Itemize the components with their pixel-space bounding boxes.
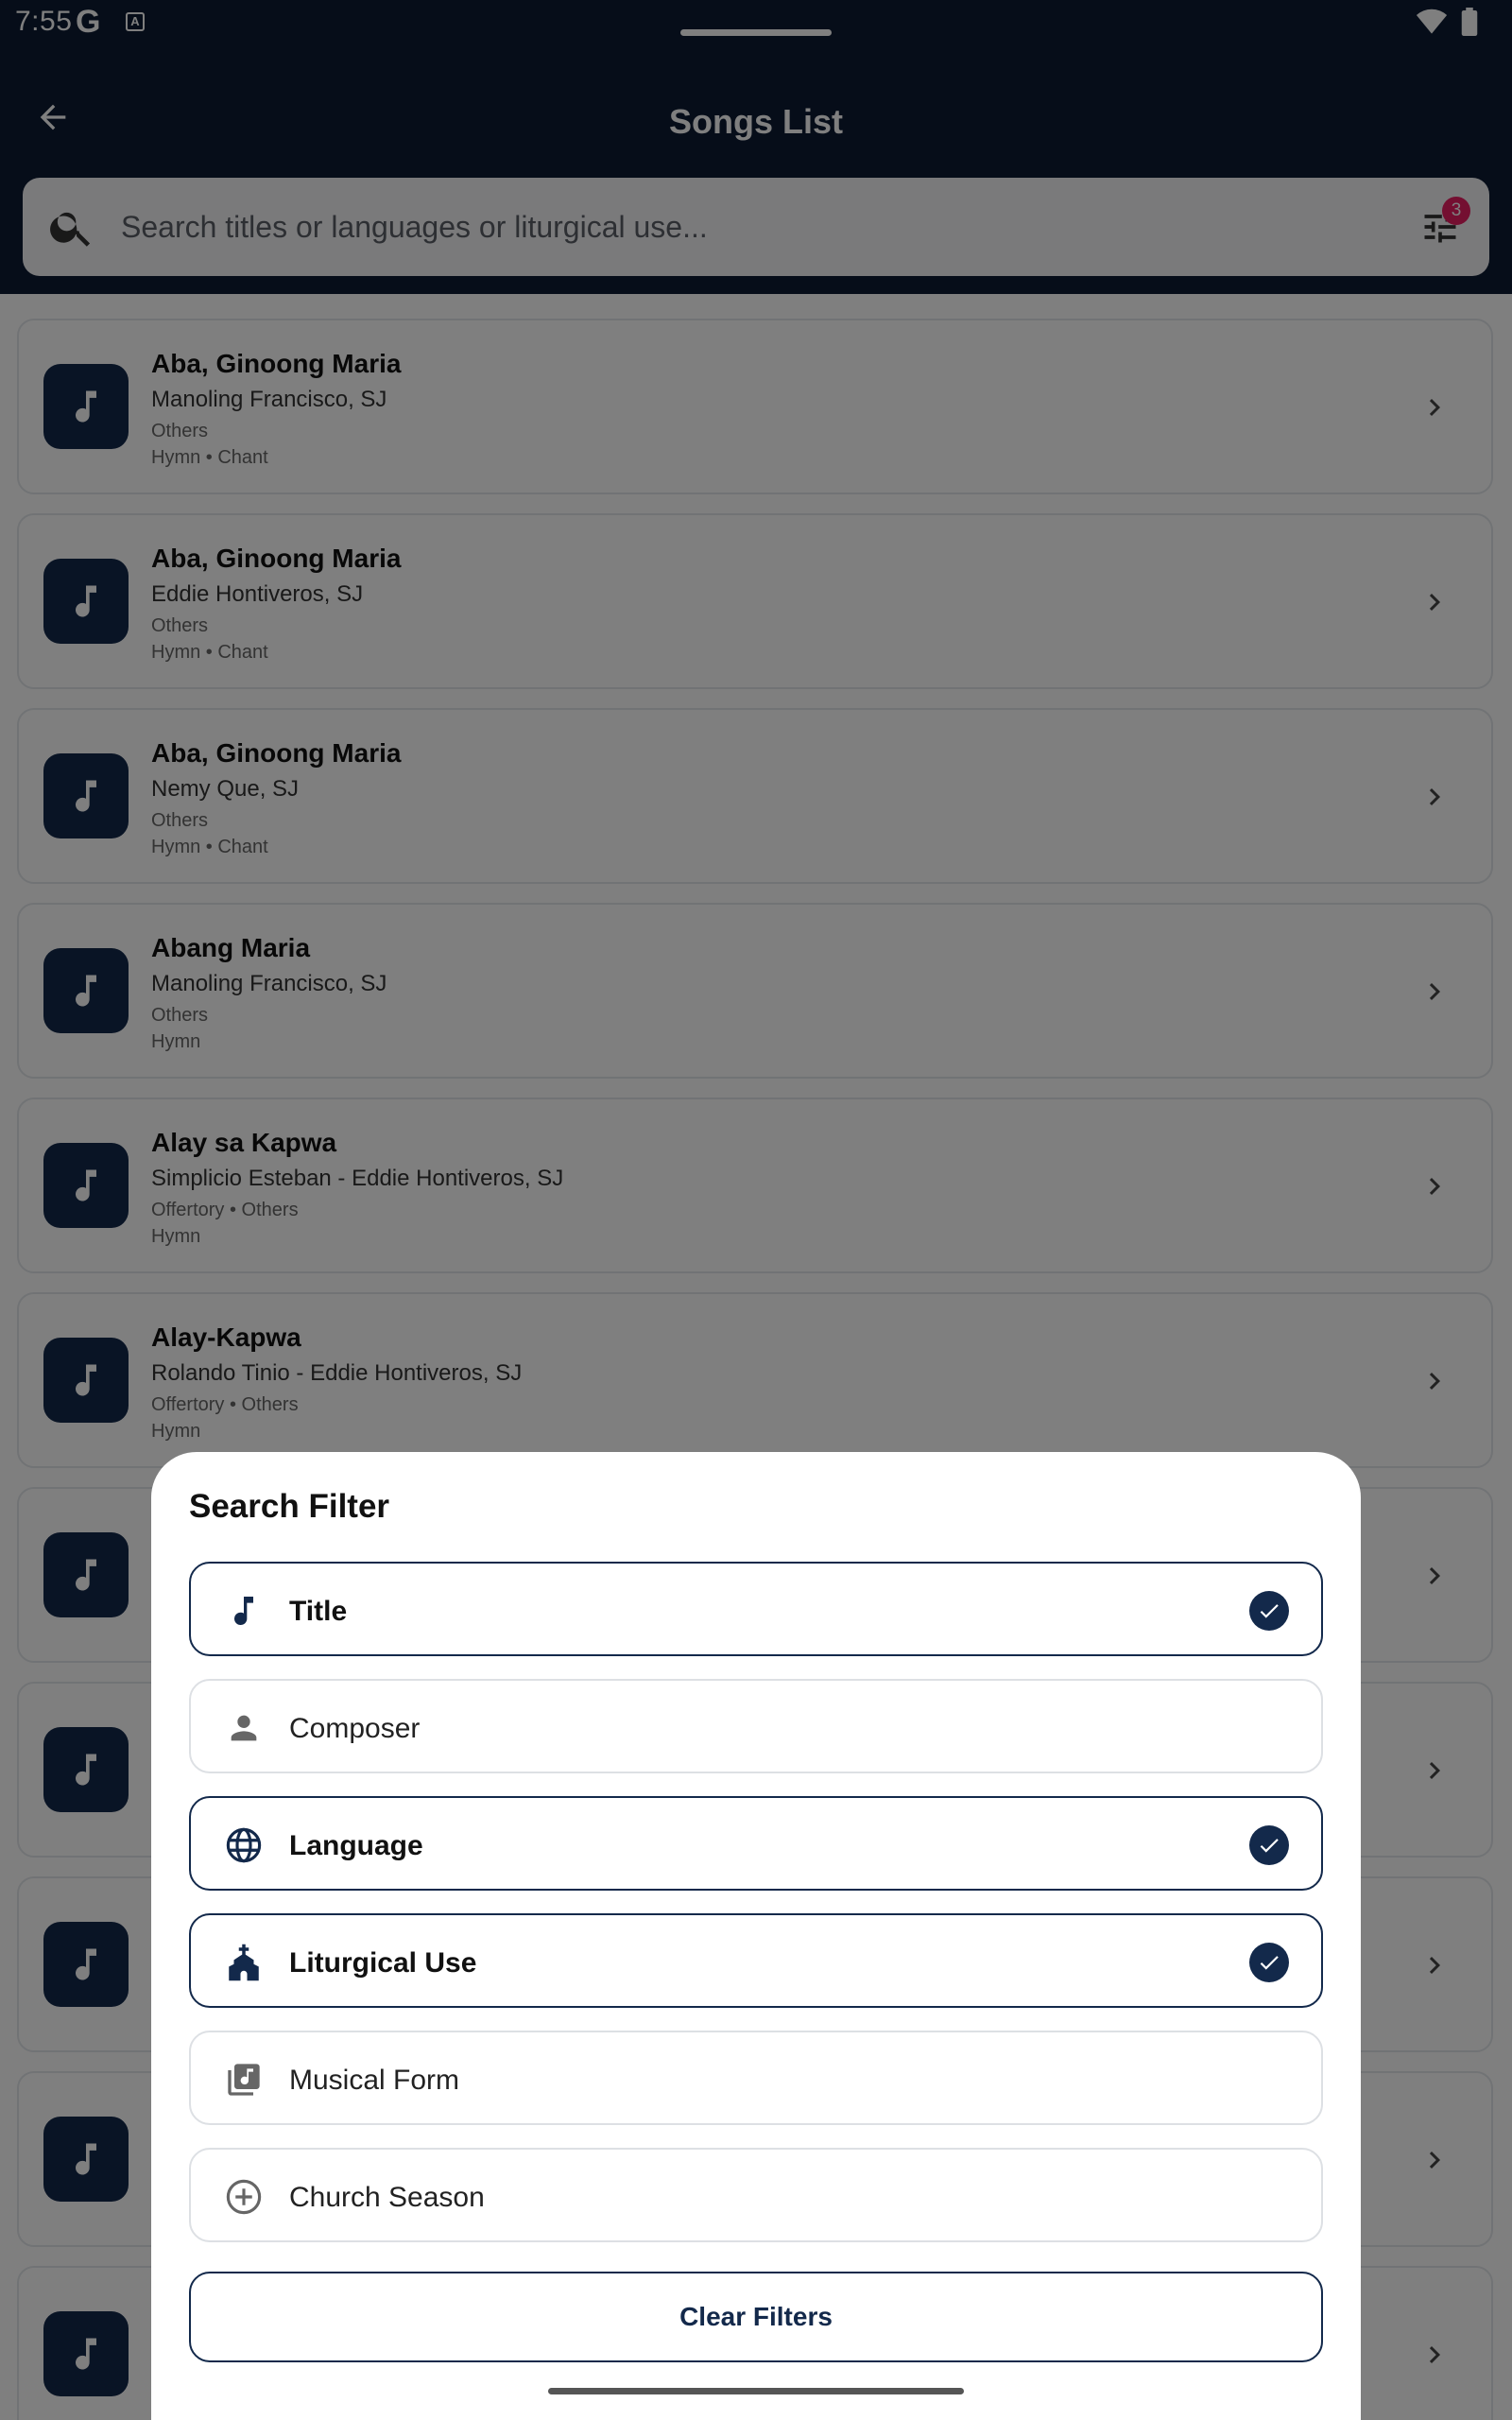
check-circle-icon	[1249, 1825, 1289, 1865]
filter-option-label: Church Season	[289, 2182, 485, 2213]
search-filter-sheet: Search Filter Title Composer Language Li…	[151, 1452, 1361, 2420]
filter-option-composer[interactable]: Composer	[189, 1679, 1323, 1773]
filter-option-label: Liturgical Use	[289, 1947, 477, 1979]
filter-option-label: Language	[289, 1830, 423, 1861]
filter-option-label: Musical Form	[289, 2065, 460, 2096]
home-indicator	[548, 2388, 964, 2394]
filter-option-title[interactable]: Title	[189, 1562, 1323, 1656]
filter-option-liturgical-use[interactable]: Liturgical Use	[189, 1913, 1323, 2008]
filter-option-label: Composer	[289, 1713, 421, 1744]
globe-icon	[223, 1824, 265, 1866]
music-library-icon	[223, 2059, 265, 2100]
sheet-title: Search Filter	[189, 1488, 390, 1525]
add-circle-icon	[223, 2176, 265, 2218]
clear-filters-button[interactable]: Clear Filters	[189, 2272, 1323, 2362]
filter-option-language[interactable]: Language	[189, 1796, 1323, 1891]
filter-option-label: Title	[289, 1596, 348, 1627]
church-icon	[223, 1942, 265, 1983]
person-icon	[223, 1707, 265, 1749]
check-circle-icon	[1249, 1591, 1289, 1631]
check-circle-icon	[1249, 1943, 1289, 1982]
music-note-icon	[223, 1590, 265, 1632]
filter-option-church-season[interactable]: Church Season	[189, 2148, 1323, 2242]
filter-option-musical-form[interactable]: Musical Form	[189, 2031, 1323, 2125]
